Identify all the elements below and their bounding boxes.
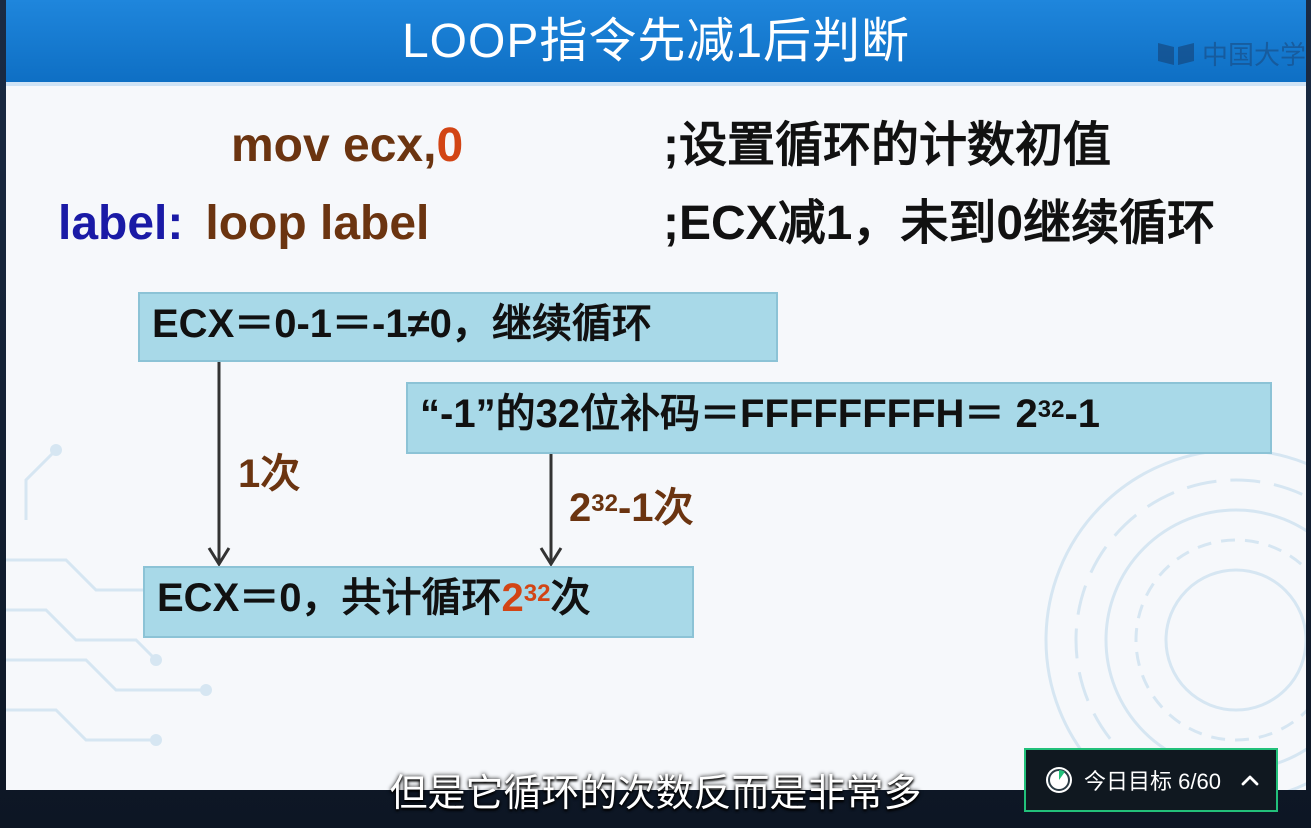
label-base: 2 xyxy=(569,486,592,530)
code-line-2: label: loop label xyxy=(58,196,429,252)
code-operand: 0 xyxy=(436,119,464,172)
complement-suffix: -1 xyxy=(1064,392,1101,436)
box-bottom-base: 2 xyxy=(501,576,524,620)
exponent: 32 xyxy=(1037,396,1065,424)
label-one-time: 1次 xyxy=(238,452,301,496)
box-ecx-minus-one: ECX＝0-1＝-1≠0，继续循环 xyxy=(138,292,778,362)
complement-text: “-1”的32位补码＝FFFFFFFFH＝ 2 xyxy=(420,392,1038,436)
book-logo-icon xyxy=(1157,43,1194,65)
chevron-up-icon xyxy=(1241,775,1259,786)
daily-goal-label: 今日目标 6/60 xyxy=(1084,769,1221,794)
watermark-text: 中国大学 xyxy=(1201,39,1306,70)
daily-goal-widget[interactable]: 今日目标 6/60 xyxy=(1024,748,1278,812)
box-complement: “-1”的32位补码＝FFFFFFFFH＝ 232-1 xyxy=(406,382,1272,454)
watermark: 中国大学 xyxy=(1156,36,1306,70)
slide-title-bar: LOOP指令先减1后判断 中国大学 xyxy=(6,0,1306,86)
label-suffix: -1次 xyxy=(617,486,694,530)
box-bottom-suffix: 次 xyxy=(550,576,591,620)
video-player: LOOP指令先减1后判断 中国大学 mov ecx,0 ;设置循环的计数初值 l… xyxy=(0,0,1311,828)
code-comment-1: ;设置循环的计数初值 xyxy=(663,119,1111,172)
code-instruction: loop label xyxy=(205,197,430,250)
box-ecx-zero: ECX＝0，共计循环232次 xyxy=(143,566,694,638)
label-many-times: 232-1次 xyxy=(569,484,694,532)
exponent: 32 xyxy=(591,490,618,518)
expand-toggle-button[interactable] xyxy=(1238,768,1262,792)
exponent: 32 xyxy=(523,580,551,608)
slide-title: LOOP指令先减1后判断 xyxy=(401,15,911,68)
box-bottom-text: ECX＝0，共计循环 xyxy=(157,576,502,620)
lecture-slide: LOOP指令先减1后判断 中国大学 mov ecx,0 ;设置循环的计数初值 l… xyxy=(6,0,1306,790)
code-comment-2: ;ECX减1，未到0继续循环 xyxy=(663,197,1216,250)
progress-pie-icon xyxy=(1046,767,1072,793)
code-label: label: xyxy=(58,197,184,250)
code-line-1: mov ecx,0 xyxy=(231,118,463,174)
code-instruction: mov ecx, xyxy=(231,119,437,172)
